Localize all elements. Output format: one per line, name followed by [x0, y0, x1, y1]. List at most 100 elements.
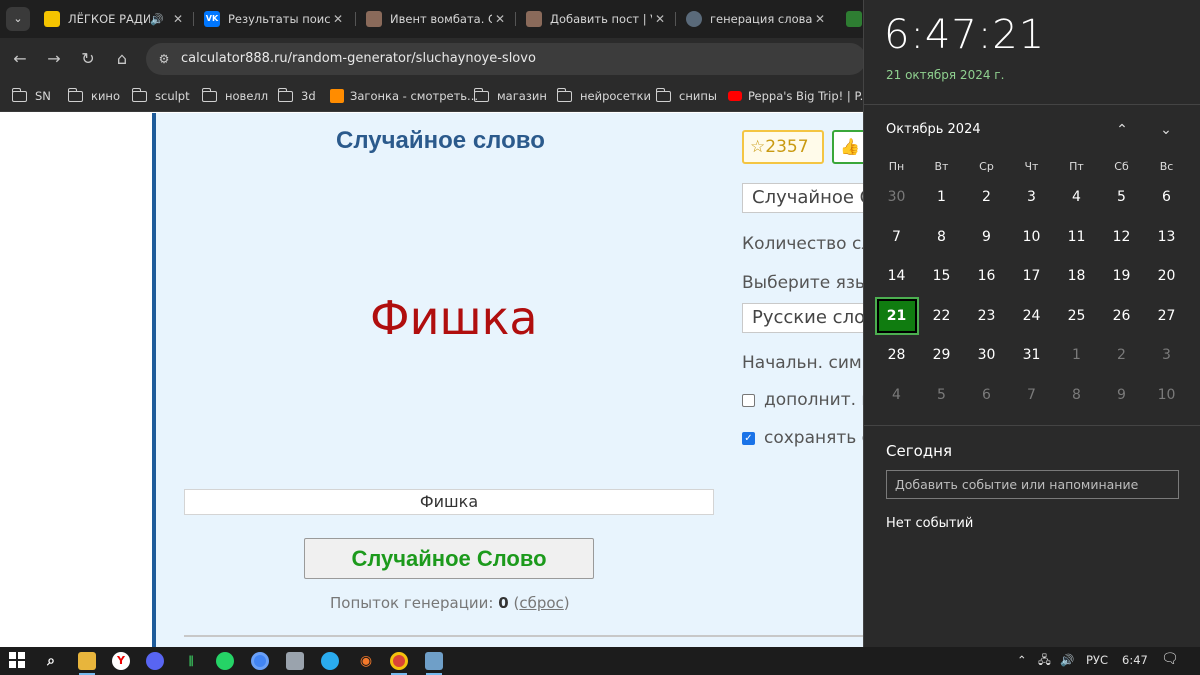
- calendar-day[interactable]: 4: [1054, 178, 1099, 218]
- bookmark-novell[interactable]: новелл: [201, 87, 268, 105]
- calendar-day[interactable]: 20: [1144, 257, 1189, 297]
- close-icon[interactable]: ✕: [492, 12, 508, 26]
- calendar-day[interactable]: 9: [1099, 376, 1144, 416]
- discord-icon[interactable]: [146, 652, 164, 670]
- calendar-day[interactable]: 26: [1099, 297, 1144, 337]
- calendar-day[interactable]: 9: [964, 218, 1009, 258]
- calendar-day[interactable]: 5: [1099, 178, 1144, 218]
- calendar-day-today[interactable]: 21: [874, 296, 919, 337]
- chevron-up-icon[interactable]: ⌃: [1017, 653, 1027, 667]
- tab-wombat-event[interactable]: Ивент вомбата. С ✕: [358, 5, 514, 33]
- calendar-day[interactable]: 4: [874, 376, 919, 416]
- calendar-day[interactable]: 13: [1144, 218, 1189, 258]
- calendar-day[interactable]: 11: [1054, 218, 1099, 258]
- whatsapp-icon[interactable]: [216, 652, 234, 670]
- bookmark-sn[interactable]: SN: [11, 87, 51, 105]
- calendar-day[interactable]: 1: [919, 178, 964, 218]
- bookmark-neiroseti[interactable]: нейросетки: [556, 87, 651, 105]
- notifications-icon[interactable]: 🗨: [1161, 651, 1179, 667]
- blender-icon[interactable]: ◉: [357, 652, 375, 670]
- calendar-day[interactable]: 30: [874, 178, 919, 218]
- file-explorer-icon[interactable]: [78, 652, 96, 670]
- speaker-icon[interactable]: 🔊: [150, 13, 164, 26]
- calendar-day[interactable]: 14: [874, 257, 919, 297]
- chrome-profile-icon[interactable]: [251, 652, 269, 670]
- address-bar[interactable]: ⚙ calculator888.ru/random-generator/sluc…: [146, 43, 866, 75]
- reload-icon[interactable]: ↻: [76, 47, 100, 71]
- calendar-day[interactable]: 10: [1009, 218, 1054, 258]
- language-select[interactable]: Русские слов: [742, 303, 882, 333]
- forward-icon[interactable]: →: [42, 47, 66, 71]
- calendar-day[interactable]: 28: [874, 336, 919, 376]
- tab-radio[interactable]: ЛЁГКОЕ РАДИ 🔊 ✕: [36, 5, 192, 33]
- volume-icon[interactable]: 🔊: [1060, 653, 1074, 667]
- calendar-day[interactable]: 5: [919, 376, 964, 416]
- bookmark-peppa[interactable]: Peppa's Big Trip! | P...: [728, 87, 871, 105]
- yandex-browser-icon[interactable]: Y: [112, 652, 130, 670]
- tab-search-button[interactable]: ⌄: [6, 7, 30, 31]
- bookmark-magazin[interactable]: магазин: [473, 87, 547, 105]
- calendar-day[interactable]: 31: [1009, 336, 1054, 376]
- generate-word-button[interactable]: Случайное Слово: [304, 538, 594, 579]
- tab-vk-search[interactable]: VK Результаты поиск ✕: [196, 5, 352, 33]
- network-icon[interactable]: 🖧: [1038, 653, 1051, 672]
- checkbox-checked-icon[interactable]: ✓: [742, 431, 755, 445]
- calendar-day[interactable]: 24: [1009, 297, 1054, 337]
- calendar-day[interactable]: 6: [964, 376, 1009, 416]
- language-indicator[interactable]: РУС: [1086, 653, 1108, 667]
- calendar-day[interactable]: 15: [919, 257, 964, 297]
- chevron-down-icon[interactable]: ⌄: [1154, 118, 1178, 142]
- photos-app-icon[interactable]: [425, 652, 443, 670]
- chevron-up-icon[interactable]: ⌃: [1110, 118, 1134, 142]
- calendar-day[interactable]: 10: [1144, 376, 1189, 416]
- calculator-app-icon[interactable]: [286, 652, 304, 670]
- result-field[interactable]: Фишка: [184, 489, 714, 515]
- calendar-day[interactable]: 18: [1054, 257, 1099, 297]
- calendar-day[interactable]: 7: [1009, 376, 1054, 416]
- bookmark-snipy[interactable]: снипы: [655, 87, 717, 105]
- calendar-day[interactable]: 6: [1144, 178, 1189, 218]
- tab-add-post[interactable]: Добавить пост | V ✕: [518, 5, 674, 33]
- tab-word-generation[interactable]: генерация слова ✕: [678, 5, 834, 33]
- wacom-icon[interactable]: ∥: [182, 652, 200, 670]
- calendar-day[interactable]: 2: [1099, 336, 1144, 376]
- calendar-day[interactable]: 1: [1054, 336, 1099, 376]
- taskbar-clock[interactable]: 6:47: [1122, 653, 1148, 667]
- calendar-day[interactable]: 8: [919, 218, 964, 258]
- save-option-checkbox[interactable]: ✓ сохранять с: [742, 428, 871, 448]
- calendar-day[interactable]: 29: [919, 336, 964, 376]
- calendar-day[interactable]: 16: [964, 257, 1009, 297]
- calendar-day[interactable]: 3: [1009, 178, 1054, 218]
- calendar-day[interactable]: 17: [1009, 257, 1054, 297]
- date-link[interactable]: 21 октября 2024 г.: [886, 68, 1004, 82]
- close-icon[interactable]: ✕: [652, 12, 668, 26]
- extra-option-checkbox[interactable]: дополнит. н: [742, 390, 873, 410]
- month-title[interactable]: Октябрь 2024: [886, 122, 981, 137]
- bookmark-kino[interactable]: кино: [67, 87, 120, 105]
- search-icon[interactable]: ⌕: [42, 652, 60, 670]
- calendar-day[interactable]: 22: [919, 297, 964, 337]
- calendar-day[interactable]: 23: [964, 297, 1009, 337]
- tab-calculator-active[interactable]: [838, 5, 862, 33]
- bookmark-sculpt[interactable]: sculpt: [131, 87, 190, 105]
- calendar-day[interactable]: 27: [1144, 297, 1189, 337]
- close-icon[interactable]: ✕: [812, 12, 828, 26]
- calendar-day[interactable]: 25: [1054, 297, 1099, 337]
- telegram-icon[interactable]: [321, 652, 339, 670]
- bookmark-zagonka[interactable]: Загонка - смотреть...: [330, 87, 478, 105]
- back-icon[interactable]: ←: [8, 47, 32, 71]
- bookmark-3d[interactable]: 3d: [277, 87, 316, 105]
- add-event-input[interactable]: Добавить событие или напоминание: [886, 470, 1179, 499]
- calendar-day[interactable]: 12: [1099, 218, 1144, 258]
- calendar-day[interactable]: 2: [964, 178, 1009, 218]
- site-settings-icon[interactable]: ⚙: [156, 51, 172, 67]
- url-text[interactable]: calculator888.ru/random-generator/slucha…: [181, 51, 536, 66]
- calendar-day[interactable]: 19: [1099, 257, 1144, 297]
- calendar-day[interactable]: 3: [1144, 336, 1189, 376]
- calendar-day[interactable]: 8: [1054, 376, 1099, 416]
- windows-start-icon[interactable]: [8, 652, 26, 670]
- chrome-icon[interactable]: [390, 652, 408, 670]
- calendar-day[interactable]: 7: [874, 218, 919, 258]
- close-icon[interactable]: ✕: [330, 12, 346, 26]
- home-icon[interactable]: ⌂: [110, 47, 134, 71]
